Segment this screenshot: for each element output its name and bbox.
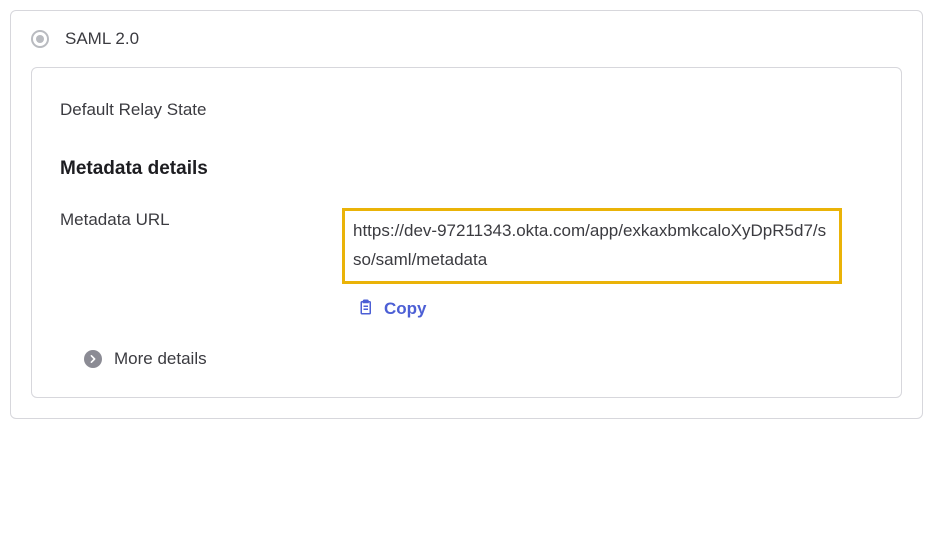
- clipboard-icon: [356, 298, 374, 321]
- metadata-url-label: Metadata URL: [60, 208, 342, 230]
- metadata-url-row: Metadata URL https://dev-97211343.okta.c…: [60, 208, 873, 321]
- metadata-heading: Metadata details: [60, 158, 873, 180]
- details-panel: Default Relay State Metadata details Met…: [31, 67, 902, 398]
- saml-config-card: SAML 2.0 Default Relay State Metadata de…: [10, 10, 923, 419]
- relay-state-row: Default Relay State: [60, 98, 873, 120]
- protocol-radio-row[interactable]: SAML 2.0: [31, 29, 902, 49]
- relay-state-label: Default Relay State: [60, 98, 342, 120]
- more-details-toggle[interactable]: More details: [84, 349, 873, 369]
- metadata-url-value[interactable]: https://dev-97211343.okta.com/app/exkaxb…: [342, 208, 842, 284]
- protocol-label: SAML 2.0: [65, 29, 139, 49]
- more-details-label: More details: [114, 349, 207, 369]
- copy-label: Copy: [384, 299, 427, 319]
- radio-selected-icon: [31, 30, 49, 48]
- copy-button[interactable]: Copy: [356, 298, 873, 321]
- chevron-right-icon: [84, 350, 102, 368]
